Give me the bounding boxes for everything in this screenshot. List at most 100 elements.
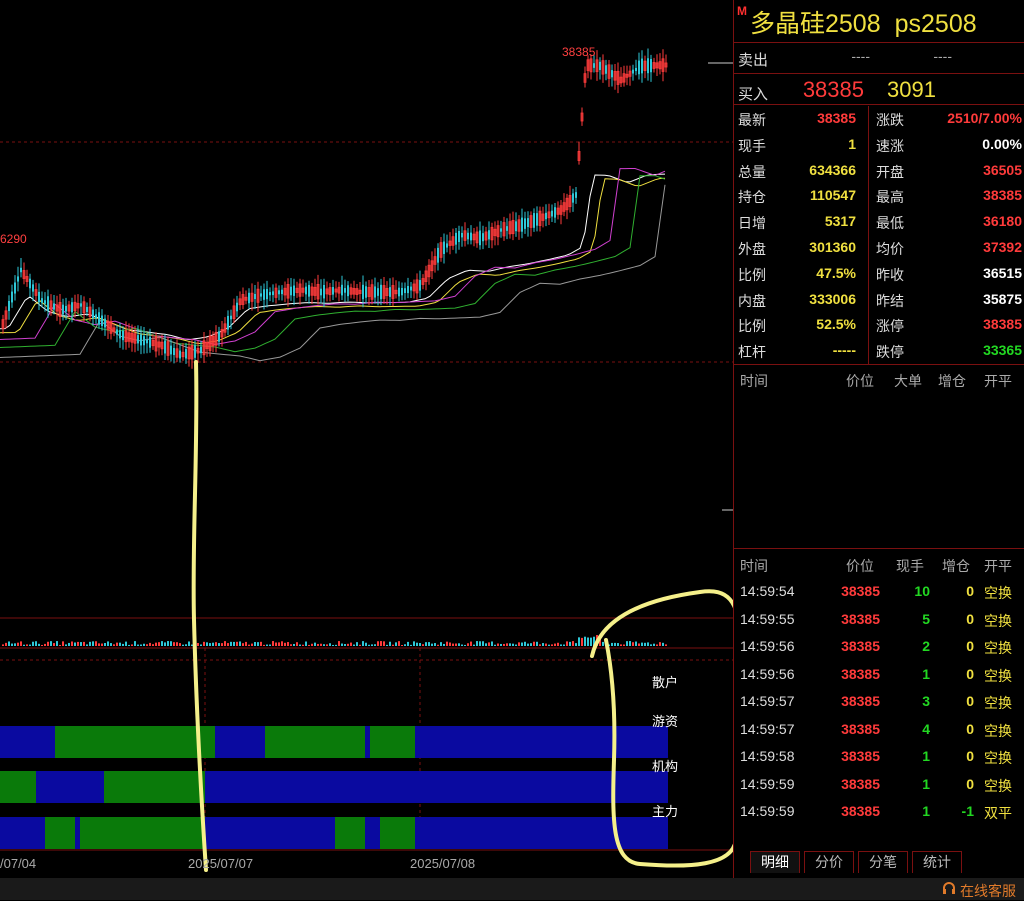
stat-value: 38385: [817, 110, 856, 126]
tick-row[interactable]: 14:59:57 38385 4 0 空换: [734, 716, 1024, 743]
tick-qty: 2: [922, 638, 930, 654]
flow-bar-segment: [265, 726, 365, 758]
tick-price: 38385: [841, 583, 880, 599]
candle-body: [14, 282, 16, 294]
tick-row[interactable]: 14:59:58 38385 1 0 空换: [734, 743, 1024, 770]
stat-value: 0.00%: [982, 135, 1022, 152]
volume-bar: [221, 643, 223, 646]
candle-body: [365, 286, 367, 298]
candle-body: [119, 330, 121, 339]
buy-price: 38385: [802, 77, 864, 102]
candle-body: [488, 230, 490, 240]
col-price: 价位: [846, 373, 874, 389]
flow-bar-segment: [55, 726, 215, 758]
volume-bar: [431, 643, 433, 646]
tick-oi: 0: [966, 748, 974, 764]
tick-oi: -1: [961, 803, 974, 819]
volume-bar: [530, 643, 532, 646]
stat-label: 涨停: [876, 318, 904, 335]
volume-bar: [509, 643, 511, 646]
volume-bar: [473, 644, 475, 646]
volume-bar: [335, 644, 337, 646]
tab-tick-trades[interactable]: 分笔: [858, 851, 908, 873]
stat-label: 开盘: [876, 163, 904, 180]
tick-row[interactable]: 14:59:55 38385 5 0 空换: [734, 606, 1024, 633]
tab-price-distribution[interactable]: 分价: [804, 851, 854, 873]
tick-qty: 10: [914, 583, 930, 599]
instrument-name: 多晶硅2508: [750, 10, 881, 38]
volume-bar: [401, 644, 403, 646]
volume-bar: [173, 642, 175, 646]
volume-bar: [368, 644, 370, 646]
volume-bar: [602, 641, 604, 646]
volume-bar: [122, 643, 124, 646]
volume-bar: [443, 643, 445, 646]
tab-detail[interactable]: 明细: [750, 851, 800, 873]
volume-bar: [644, 642, 646, 646]
candle-body: [410, 286, 412, 291]
volume-bar: [599, 636, 601, 646]
volume-bar: [212, 642, 214, 646]
stat-label: 日增: [738, 215, 766, 232]
stat-row: 持仓 110547 最高 38385: [734, 183, 1024, 209]
tick-row[interactable]: 14:59:56 38385 1 0 空换: [734, 661, 1024, 688]
volume-bar: [338, 641, 340, 646]
candle-body: [116, 329, 118, 335]
volume-bar: [545, 643, 547, 646]
tick-qty: 3: [922, 693, 930, 709]
tab-statistics[interactable]: 统计: [912, 851, 962, 873]
stat-row: 比例 47.5% 昨收 36515: [734, 261, 1024, 287]
volume-bar: [230, 641, 232, 646]
candle-body: [92, 309, 94, 319]
volume-bar: [353, 644, 355, 646]
candle-body: [86, 306, 88, 313]
col-big-order: 大单: [894, 373, 922, 389]
candle-body: [17, 276, 19, 282]
stat-value: 1: [848, 135, 856, 152]
volume-bar: [167, 641, 169, 646]
chart-canvas[interactable]: [0, 0, 733, 878]
tick-oi: 0: [966, 583, 974, 599]
volume-bar: [170, 641, 172, 646]
candle-body: [389, 287, 391, 297]
kline-chart[interactable]: 38385 6290 散户 游资 机构 主力 /07/04 2025/07/07…: [0, 0, 733, 878]
volume-bar: [347, 643, 349, 646]
stat-value: 301360: [809, 239, 856, 255]
tick-row[interactable]: 14:59:57 38385 3 0 空换: [734, 688, 1024, 715]
volume-bar: [500, 643, 502, 646]
volume-bar: [11, 643, 13, 646]
online-service-link[interactable]: 在线客服: [942, 881, 1016, 901]
candle-body: [437, 247, 439, 263]
volume-bar: [341, 643, 343, 646]
candle-body: [533, 213, 535, 228]
tick-qty: 1: [922, 775, 930, 792]
candle-body: [458, 230, 460, 243]
volume-bar: [374, 644, 376, 646]
volume-bar: [566, 641, 568, 646]
volume-bar: [584, 636, 586, 646]
volume-bar: [314, 642, 316, 646]
candle-body: [98, 312, 100, 325]
volume-bar: [227, 643, 229, 646]
volume-bar: [377, 641, 379, 646]
col-open-close: 开平: [984, 373, 1012, 389]
tick-row[interactable]: 14:59:56 38385 2 0 空换: [734, 633, 1024, 660]
tick-qty: 1: [922, 803, 930, 819]
tick-row[interactable]: 14:59:59 38385 1 0 空换: [734, 771, 1024, 798]
volume-bar: [311, 643, 313, 646]
candle-body: [344, 288, 346, 293]
candle-body: [65, 305, 67, 312]
stat-value: 110547: [810, 187, 856, 204]
candle-body: [248, 292, 250, 304]
stat-value: 47.5%: [816, 264, 856, 281]
candle-body: [11, 291, 13, 303]
tick-row[interactable]: 14:59:54 38385 10 0 空换: [734, 578, 1024, 605]
tick-time: 14:59:57: [740, 693, 795, 709]
volume-bar: [215, 642, 217, 646]
volume-bar: [203, 641, 205, 646]
volume-bar: [410, 644, 412, 646]
stat-value: 2510/7.00%: [947, 110, 1022, 126]
volume-bar: [137, 644, 139, 646]
tick-row[interactable]: 14:59:59 38385 1 -1 双平: [734, 798, 1024, 825]
tick-oi: 0: [966, 720, 974, 737]
